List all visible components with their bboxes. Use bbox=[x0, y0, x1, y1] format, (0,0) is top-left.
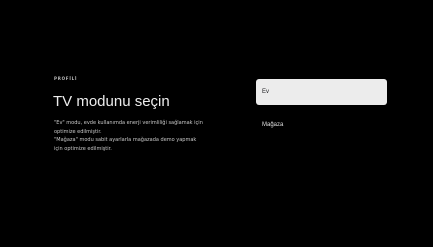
description-line: "Ev" modu, evde kullanımda enerji veriml… bbox=[54, 120, 203, 126]
option-store-mode[interactable]: Mağaza bbox=[256, 112, 387, 138]
page-title: TV modunu seçin bbox=[53, 93, 170, 110]
info-panel: PROFİLİ TV modunu seçin "Ev" modu, evde … bbox=[0, 0, 248, 247]
option-label: Ev bbox=[262, 89, 270, 95]
mode-description: "Ev" modu, evde kullanımda enerji veriml… bbox=[54, 119, 244, 153]
option-label: Mağaza bbox=[262, 122, 284, 128]
option-home-mode[interactable]: Ev bbox=[256, 79, 387, 105]
tv-setup-screen: PROFİLİ TV modunu seçin "Ev" modu, evde … bbox=[0, 0, 433, 247]
description-line: için optimize edilmiştir. bbox=[54, 145, 112, 152]
description-line: optimize edilmiştir. bbox=[54, 128, 102, 135]
description-line: "Mağaza" modu sabit ayarlarla mağazada d… bbox=[54, 137, 197, 143]
mode-options-list: Ev Mağaza bbox=[248, 0, 433, 247]
section-label: PROFİLİ bbox=[54, 76, 78, 81]
